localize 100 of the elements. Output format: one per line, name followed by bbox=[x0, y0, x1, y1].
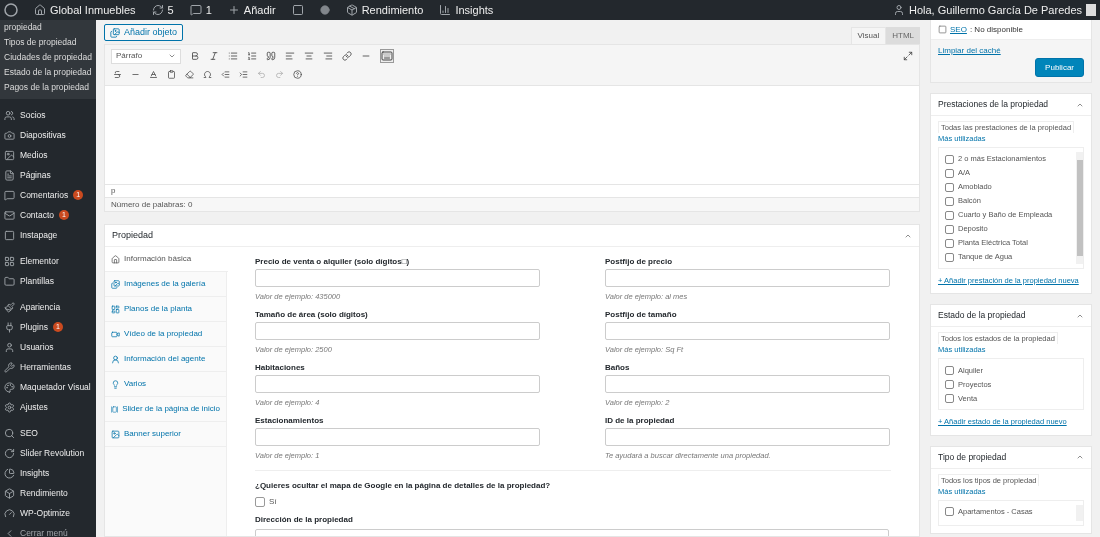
panel-tab[interactable]: Imágenes de la galería bbox=[105, 272, 226, 297]
bullet-list-icon[interactable] bbox=[228, 51, 238, 61]
greeting[interactable]: Hola, Guillermo García De Paredes bbox=[909, 1, 1082, 19]
eraser-icon[interactable] bbox=[185, 69, 194, 79]
menu-item[interactable]: Rendimiento bbox=[20, 486, 68, 500]
clipboard-icon[interactable] bbox=[167, 69, 176, 79]
comments-count[interactable]: 1 bbox=[205, 1, 212, 19]
panel-tab[interactable]: Vídeo de la propiedad bbox=[105, 322, 226, 347]
editor-tab[interactable]: Visual bbox=[850, 27, 887, 44]
fullscreen-icon[interactable] bbox=[903, 51, 913, 61]
input-field[interactable] bbox=[605, 375, 890, 393]
submenu-item[interactable]: Ciudades de propiedad bbox=[0, 50, 92, 65]
outdent-icon[interactable] bbox=[221, 69, 230, 79]
align-center-icon[interactable] bbox=[304, 51, 314, 61]
link-icon[interactable] bbox=[342, 51, 352, 61]
input-field[interactable] bbox=[255, 269, 540, 287]
menu-item[interactable]: Elementor bbox=[20, 254, 59, 268]
checkbox[interactable] bbox=[945, 196, 954, 206]
panel-tab[interactable]: Varios bbox=[105, 372, 226, 397]
align-left-icon[interactable] bbox=[285, 51, 295, 61]
italic-icon[interactable] bbox=[209, 51, 219, 61]
input-field[interactable] bbox=[255, 428, 540, 446]
menu-item[interactable]: Socios bbox=[20, 108, 46, 122]
align-right-icon[interactable] bbox=[323, 51, 333, 61]
omega-icon[interactable] bbox=[203, 69, 212, 79]
seo-status: : No disponible bbox=[969, 23, 1023, 36]
quote-icon[interactable] bbox=[266, 51, 276, 61]
checkbox[interactable] bbox=[945, 210, 954, 220]
panel-tab[interactable]: Slider de la página de inicio bbox=[105, 397, 226, 422]
logo-icon[interactable] bbox=[4, 3, 18, 17]
checkbox[interactable] bbox=[945, 365, 954, 375]
person-icon bbox=[111, 354, 120, 364]
checkbox[interactable] bbox=[945, 252, 954, 262]
clear-cache-link[interactable]: Limpiar del caché bbox=[938, 45, 1084, 57]
box-icon bbox=[4, 487, 15, 499]
add-media-button[interactable]: Añadir objeto bbox=[104, 24, 184, 41]
submenu-item[interactable]: Tipos de propiedad bbox=[0, 35, 77, 50]
menu-item[interactable]: Diapositivas bbox=[20, 128, 66, 142]
performance-link[interactable]: Rendimiento bbox=[361, 1, 424, 19]
square-icon[interactable] bbox=[291, 4, 304, 16]
checkbox[interactable] bbox=[945, 168, 954, 178]
bold-icon[interactable] bbox=[190, 51, 200, 61]
panel-tab[interactable]: Información básica bbox=[105, 247, 228, 272]
site-name[interactable]: Global Inmuebles bbox=[50, 1, 136, 19]
checkbox[interactable] bbox=[255, 497, 265, 507]
submenu-item[interactable]: propiedad bbox=[0, 20, 42, 35]
input-field[interactable] bbox=[255, 375, 540, 393]
indent-icon[interactable] bbox=[239, 69, 248, 79]
menu-item[interactable]: WP-Optimize bbox=[20, 506, 71, 520]
checkbox[interactable] bbox=[945, 154, 954, 164]
numbered-list-icon[interactable] bbox=[247, 51, 257, 61]
circle-icon[interactable] bbox=[319, 5, 330, 15]
text-color-icon[interactable] bbox=[149, 69, 158, 79]
checkbox[interactable] bbox=[945, 238, 954, 248]
panel-tab[interactable]: Información del agente bbox=[105, 347, 226, 372]
bar-chart-icon bbox=[439, 4, 452, 16]
seo-link[interactable]: SEO bbox=[950, 23, 967, 36]
menu-item[interactable]: Cerrar menú bbox=[20, 526, 68, 537]
panel-tab[interactable]: Banner superior bbox=[105, 422, 226, 447]
format-select[interactable]: Párrafo bbox=[111, 48, 181, 64]
submenu-item[interactable]: Pagos de la propiedad bbox=[0, 80, 90, 95]
collapse-icon[interactable] bbox=[1076, 453, 1084, 461]
menu-item[interactable]: Ajustes bbox=[20, 400, 48, 414]
menu-item[interactable]: Comentarios bbox=[20, 188, 69, 202]
menu-item[interactable]: Usuarios bbox=[20, 340, 54, 354]
menu-item[interactable]: Medios bbox=[20, 148, 48, 162]
checkbox[interactable] bbox=[945, 224, 954, 234]
menu-item[interactable]: Slider Revolution bbox=[20, 446, 85, 460]
toolbar-toggle-icon[interactable] bbox=[380, 49, 394, 63]
menu-item[interactable]: Herramientas bbox=[20, 360, 72, 374]
checkbox[interactable] bbox=[945, 507, 954, 516]
checkbox[interactable] bbox=[945, 182, 954, 192]
updates-count[interactable]: 5 bbox=[167, 1, 174, 19]
insights-link[interactable]: Insights bbox=[455, 1, 494, 19]
checkbox[interactable] bbox=[945, 393, 954, 403]
menu-item[interactable]: Plantillas bbox=[20, 274, 55, 288]
field-label: Habitaciones bbox=[255, 362, 306, 374]
strikethrough-icon[interactable] bbox=[113, 69, 122, 79]
submenu-item[interactable]: Estado de la propiedad bbox=[0, 65, 92, 80]
publish-button[interactable]: Publicar bbox=[1035, 58, 1084, 77]
input-field[interactable] bbox=[605, 322, 890, 340]
editor-tab[interactable]: HTML bbox=[886, 27, 920, 44]
new-link[interactable]: Añadir bbox=[243, 1, 276, 19]
input-field[interactable] bbox=[605, 428, 890, 446]
menu-item[interactable]: Páginas bbox=[20, 168, 51, 182]
person-icon bbox=[4, 341, 15, 353]
menu-item[interactable]: Instapage bbox=[20, 228, 58, 242]
element-path: p bbox=[110, 185, 117, 197]
menu-item[interactable]: Apariencia bbox=[20, 300, 61, 314]
menu-item[interactable]: Contacto bbox=[20, 208, 55, 222]
input-field[interactable] bbox=[605, 269, 890, 287]
menu-item[interactable]: Insights bbox=[20, 466, 50, 480]
menu-item[interactable]: SEO bbox=[20, 426, 38, 440]
scrollbar[interactable] bbox=[1076, 152, 1083, 264]
checkbox[interactable] bbox=[945, 379, 954, 389]
menu-item[interactable]: Plugins bbox=[20, 320, 48, 334]
input-field[interactable] bbox=[255, 322, 540, 340]
help-icon[interactable] bbox=[293, 69, 302, 79]
menu-item[interactable]: Maquetador Visual bbox=[20, 380, 91, 394]
panel-tab[interactable]: Planos de la planta bbox=[105, 297, 226, 322]
